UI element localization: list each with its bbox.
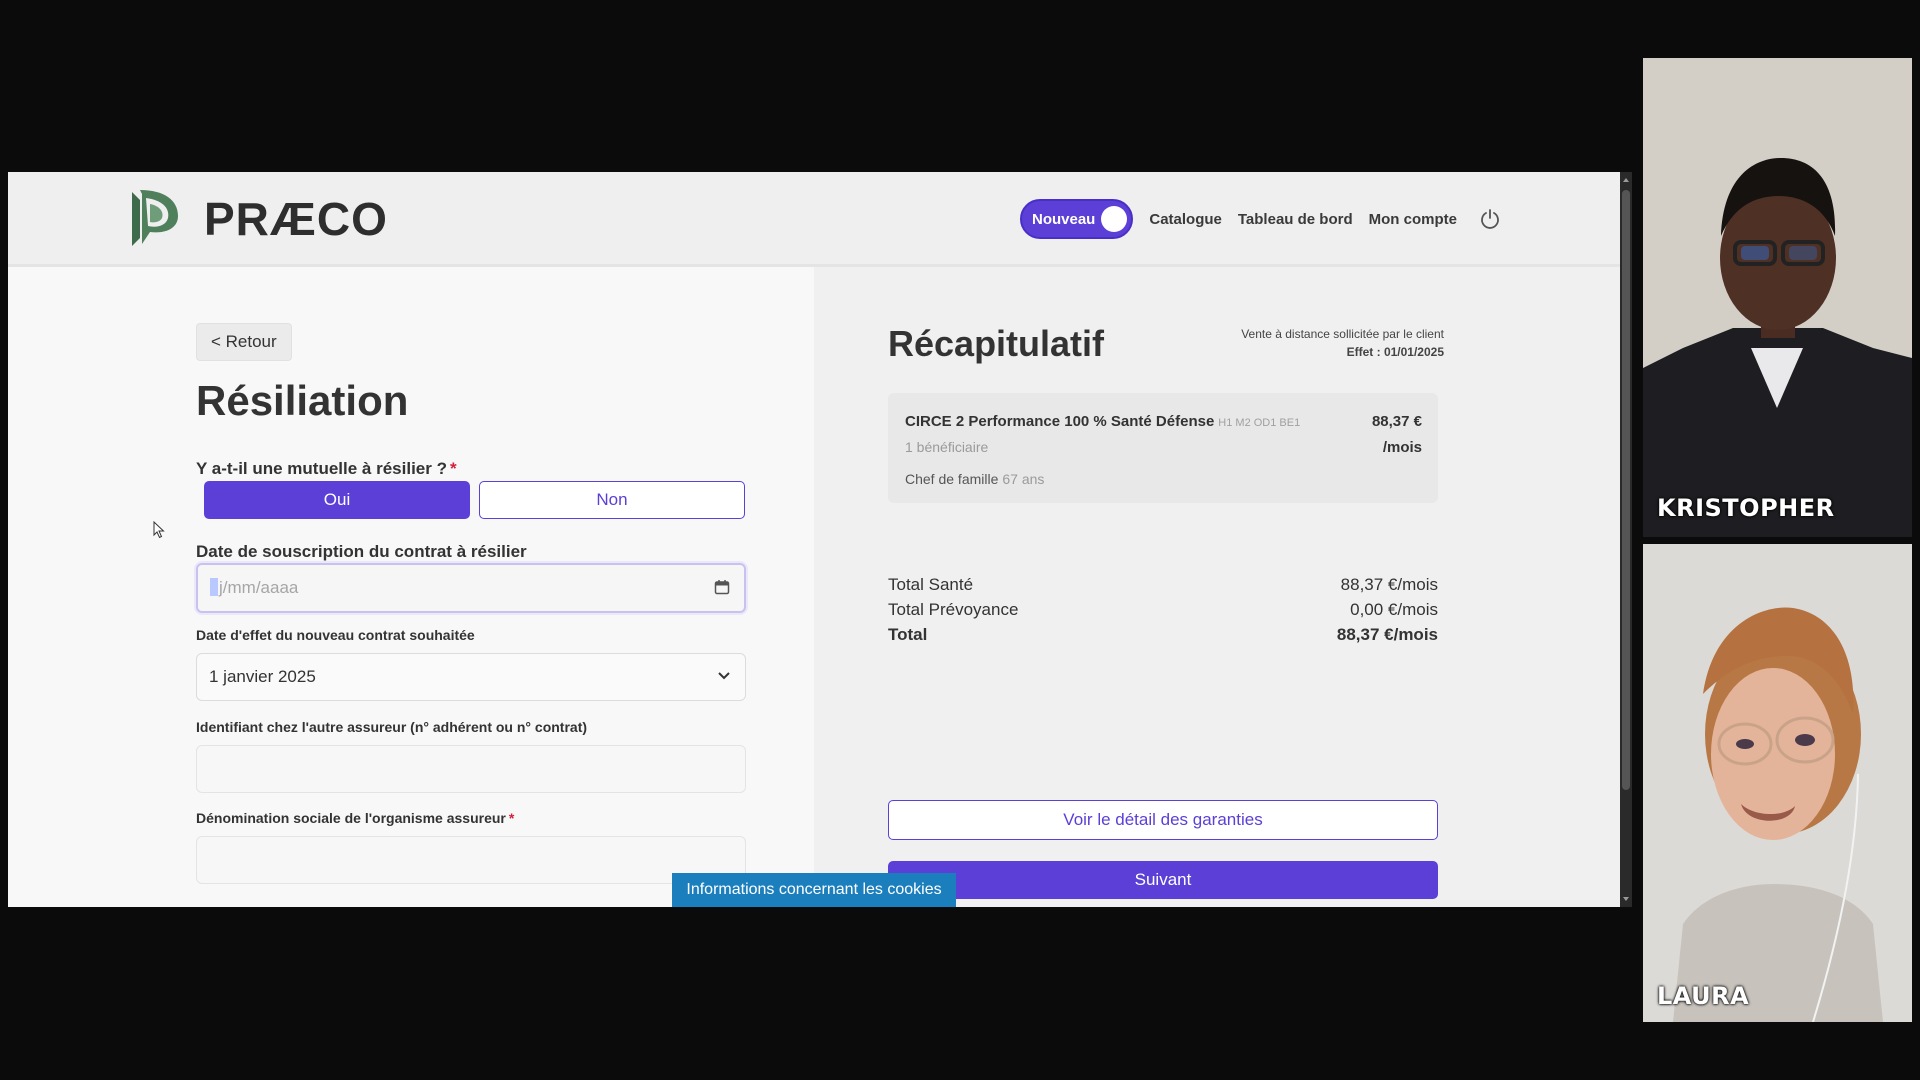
question-mutuelle-label: Y a-t-il une mutuelle à résilier ? *: [196, 459, 457, 479]
date-placeholder: j/mm/aaaa: [210, 578, 298, 598]
chevron-down-icon: [718, 672, 730, 680]
product-price-period: /mois: [1382, 439, 1422, 456]
recap-meta-effet: Effet : 01/01/2025: [1346, 345, 1444, 359]
suivant-button[interactable]: Suivant: [888, 861, 1438, 899]
total-prevoyance-label: Total Prévoyance: [888, 600, 1019, 619]
logo-text: PRÆCO: [204, 193, 388, 245]
nav-tableau-de-bord[interactable]: Tableau de bord: [1238, 211, 1353, 228]
identifiant-label: Identifiant chez l'autre assureur (n° ad…: [196, 719, 588, 735]
total-row: Total 88,37 €/mois: [888, 625, 1438, 650]
scroll-up-icon[interactable]: [1623, 178, 1629, 182]
calendar-icon[interactable]: [714, 579, 730, 595]
option-oui-button[interactable]: Oui: [204, 481, 470, 519]
required-mark: *: [449, 459, 457, 478]
beneficiaires-count: 1 bénéficiaire: [905, 439, 989, 455]
recap-meta-vente: Vente à distance sollicitée par le clien…: [1241, 327, 1444, 341]
page-title: Résiliation: [196, 377, 409, 424]
option-non-button[interactable]: Non: [479, 481, 745, 519]
date-effet-label: Date d'effet du nouveau contrat souhaité…: [196, 627, 475, 643]
totals-list: Total Santé 88,37 €/mois Total Prévoyanc…: [888, 575, 1438, 650]
product-card: CIRCE 2 Performance 100 % Santé Défense H…: [888, 393, 1438, 503]
total-sante-value: 88,37 €/mois: [1340, 575, 1438, 594]
nouveau-toggle[interactable]: Nouveau: [1020, 199, 1134, 239]
voir-detail-garanties-button[interactable]: Voir le détail des garanties: [888, 800, 1438, 840]
date-souscription-label: Date de souscription du contrat à résili…: [196, 542, 527, 561]
date-effet-select[interactable]: 1 janvier 2025: [196, 653, 746, 701]
participant-video-icon: [1643, 544, 1912, 1022]
app-header: PRÆCO Nouveau Catalogue Tableau de bord …: [8, 172, 1620, 267]
web-app-window: PRÆCO Nouveau Catalogue Tableau de bord …: [8, 172, 1620, 907]
app-scrollbar[interactable]: [1620, 172, 1632, 907]
product-price: 88,37 €: [1371, 413, 1422, 430]
total-prevoyance-row: Total Prévoyance 0,00 €/mois: [888, 600, 1438, 625]
top-nav: Nouveau Catalogue Tableau de bord Mon co…: [1020, 199, 1501, 239]
total-label: Total: [888, 625, 928, 644]
nav-mon-compte[interactable]: Mon compte: [1369, 211, 1457, 228]
praeco-logo-icon[interactable]: [126, 186, 186, 250]
chef-age: 67 ans: [1002, 471, 1045, 487]
participant-video-icon: [1643, 58, 1912, 537]
video-tile-laura[interactable]: LAURA: [1643, 544, 1912, 1022]
product-name: CIRCE 2 Performance 100 % Santé Défense H…: [905, 413, 1300, 430]
identifiant-input[interactable]: [196, 745, 746, 793]
chef-de-famille: Chef de famille 67 ans: [905, 471, 1044, 487]
recap-meta: Vente à distance sollicitée par le clien…: [1094, 325, 1444, 361]
scroll-down-icon[interactable]: [1623, 897, 1629, 901]
participant-name-kristopher: KRISTOPHER: [1657, 494, 1835, 522]
scrollbar-thumb[interactable]: [1622, 190, 1630, 790]
recap-title: Récapitulatif: [888, 323, 1105, 364]
total-sante-row: Total Santé 88,37 €/mois: [888, 575, 1438, 600]
date-placeholder-text: j/mm/aaaa: [219, 578, 299, 597]
chef-label: Chef de famille: [905, 471, 999, 487]
toggle-label: Nouveau: [1032, 210, 1096, 228]
text-cursor-highlight: [210, 578, 218, 596]
question-mutuelle-text: Y a-t-il une mutuelle à résilier ?: [196, 459, 447, 478]
recap-panel: Récapitulatif Vente à distance sollicité…: [814, 267, 1620, 907]
product-name-text: CIRCE 2 Performance 100 % Santé Défense: [905, 413, 1215, 430]
total-prevoyance-value: 0,00 €/mois: [1350, 600, 1438, 619]
mouse-cursor-icon: [153, 521, 165, 539]
power-icon[interactable]: [1479, 208, 1501, 230]
total-sante-label: Total Santé: [888, 575, 974, 594]
date-souscription-input[interactable]: j/mm/aaaa: [196, 563, 746, 613]
denomination-text: Dénomination sociale de l'organisme assu…: [196, 810, 506, 826]
total-value: 88,37 €/mois: [1336, 625, 1438, 644]
denomination-input[interactable]: [196, 836, 746, 884]
product-code: H1 M2 OD1 BE1: [1218, 417, 1301, 429]
nav-catalogue[interactable]: Catalogue: [1149, 211, 1222, 228]
denomination-label: Dénomination sociale de l'organisme assu…: [196, 810, 514, 826]
participant-name-laura: LAURA: [1657, 982, 1750, 1010]
date-effet-value: 1 janvier 2025: [209, 667, 316, 686]
back-button[interactable]: < Retour: [196, 323, 292, 361]
video-tile-kristopher[interactable]: KRISTOPHER: [1643, 58, 1912, 537]
form-panel: < Retour Résiliation Y a-t-il une mutuel…: [8, 267, 814, 907]
cookie-banner[interactable]: Informations concernant les cookies: [672, 873, 956, 907]
required-mark: *: [508, 810, 515, 826]
toggle-knob: [1101, 206, 1128, 232]
